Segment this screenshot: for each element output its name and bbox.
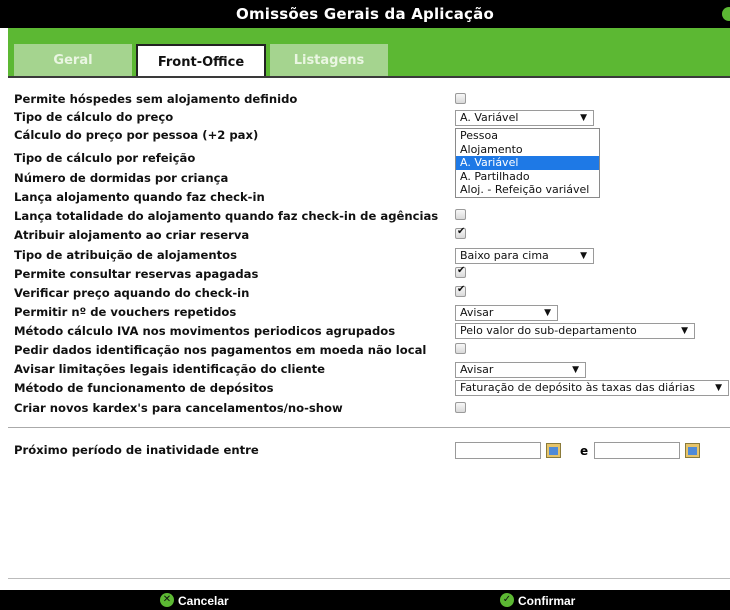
setting-checkbox[interactable] (455, 265, 466, 278)
legal-limits-select[interactable]: Avisar ▼ (455, 362, 586, 378)
chevron-down-icon: ▼ (572, 365, 579, 375)
setting-label: Permitir nº de vouchers repetidos (14, 305, 237, 319)
confirm-button[interactable]: Confirmar (518, 594, 575, 608)
setting-label: Tipo de cálculo por refeição (14, 151, 196, 165)
setting-checkbox[interactable] (455, 343, 466, 354)
setting-label: Permite consultar reservas apagadas (14, 267, 259, 281)
vat-method-select[interactable]: Pelo valor do sub-departamento ▼ (455, 323, 695, 339)
dropdown-option[interactable]: Pessoa (456, 129, 599, 143)
footer-divider (8, 578, 730, 579)
x-circle-icon: ✕ (160, 593, 174, 607)
chevron-down-icon: ▼ (580, 113, 587, 123)
dropdown-option[interactable]: A. Variável (456, 156, 599, 170)
tab-bar: Geral Front-Office Listagens (8, 28, 730, 80)
dropdown-option[interactable]: A. Partilhado (456, 170, 599, 184)
room-assignment-select[interactable]: Baixo para cima ▼ (455, 248, 594, 264)
setting-label: Atribuir alojamento ao criar reserva (14, 228, 250, 242)
calendar-icon[interactable] (685, 443, 700, 458)
select-value: Pelo valor do sub-departamento (460, 324, 637, 337)
dropdown-option[interactable]: Alojamento (456, 143, 599, 157)
setting-checkbox[interactable] (455, 93, 466, 104)
setting-label: Criar novos kardex's para cancelamentos/… (14, 401, 343, 415)
price-calc-select[interactable]: A. Variável ▼ (455, 110, 594, 126)
check-circle-icon: ✓ (500, 593, 514, 607)
setting-checkbox[interactable] (455, 402, 466, 413)
chevron-down-icon: ▼ (544, 308, 551, 318)
select-value: Faturação de depósito às taxas das diári… (460, 381, 695, 394)
chevron-down-icon: ▼ (580, 251, 587, 261)
settings-panel: Permite hóspedes sem alojamento definido… (8, 78, 730, 580)
chevron-down-icon: ▼ (681, 326, 688, 336)
tab-listagens[interactable]: Listagens (270, 44, 388, 78)
inactivity-label: Próximo período de inatividade entre (14, 443, 259, 457)
select-value: A. Variável (460, 111, 519, 124)
setting-label: Avisar limitações legais identificação d… (14, 362, 325, 376)
inactivity-to-input[interactable] (594, 442, 680, 459)
setting-label: Tipo de atribuição de alojamentos (14, 248, 238, 262)
setting-label: Método cálculo IVA nos movimentos period… (14, 324, 396, 338)
setting-checkbox[interactable] (455, 284, 466, 297)
select-value: Baixo para cima (460, 249, 549, 262)
setting-checkbox[interactable] (455, 226, 466, 239)
setting-label: Cálculo do preço por pessoa (+2 pax) (14, 128, 259, 142)
select-value: Avisar (460, 306, 494, 319)
setting-label: Lança alojamento quando faz check-in (14, 190, 265, 204)
window-title: Omissões Gerais da Aplicação (236, 5, 494, 23)
setting-label: Tipo de cálculo do preço (14, 110, 174, 124)
dropdown-option[interactable]: Aloj. - Refeição variável (456, 183, 599, 197)
setting-label: Permite hóspedes sem alojamento definido (14, 92, 298, 106)
chevron-down-icon: ▼ (715, 383, 722, 393)
setting-label: Pedir dados identificação nos pagamentos… (14, 343, 427, 357)
title-bar: Omissões Gerais da Aplicação (0, 0, 730, 28)
vouchers-select[interactable]: Avisar ▼ (455, 305, 558, 321)
select-value: Avisar (460, 363, 494, 376)
range-separator: e (580, 444, 589, 458)
section-divider (8, 427, 730, 428)
cancel-button[interactable]: Cancelar (178, 594, 229, 608)
setting-label: Método de funcionamento de depósitos (14, 381, 274, 395)
setting-label: Lança totalidade do alojamento quando fa… (14, 209, 439, 223)
setting-checkbox[interactable] (455, 209, 466, 220)
tab-geral[interactable]: Geral (14, 44, 132, 78)
calendar-icon[interactable] (546, 443, 561, 458)
inactivity-from-input[interactable] (455, 442, 541, 459)
setting-label: Número de dormidas por criança (14, 171, 229, 185)
close-icon[interactable] (722, 7, 730, 21)
tab-front-office[interactable]: Front-Office (136, 44, 266, 80)
setting-label: Verificar preço aquando do check-in (14, 286, 250, 300)
price-calc-dropdown[interactable]: Pessoa Alojamento A. Variável A. Partilh… (455, 128, 600, 198)
deposits-method-select[interactable]: Faturação de depósito às taxas das diári… (455, 380, 729, 396)
footer-bar: ✕ Cancelar ✓ Confirmar (0, 590, 730, 610)
